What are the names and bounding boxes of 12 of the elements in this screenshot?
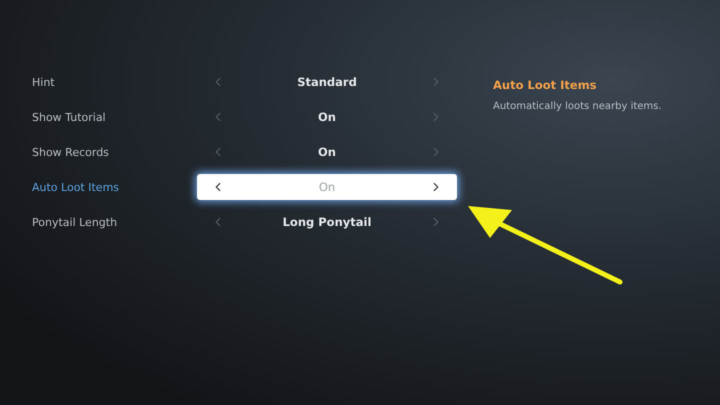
option-value: On [318,180,336,194]
setting-label: Hint [31,76,56,88]
option-value: Long Ponytail [282,215,372,229]
option-value: On [318,110,336,124]
setting-label: Show Tutorial [31,110,107,124]
description-title: Auto Loot Items [493,78,598,92]
description-text: Automatically loots nearby items. [493,101,662,112]
setting-label: Ponytail Length [31,216,118,228]
setting-label: Auto Loot Items [31,180,120,194]
option-value: Standard [297,75,357,89]
option-value: On [318,145,336,159]
setting-label: Show Records [31,146,110,158]
